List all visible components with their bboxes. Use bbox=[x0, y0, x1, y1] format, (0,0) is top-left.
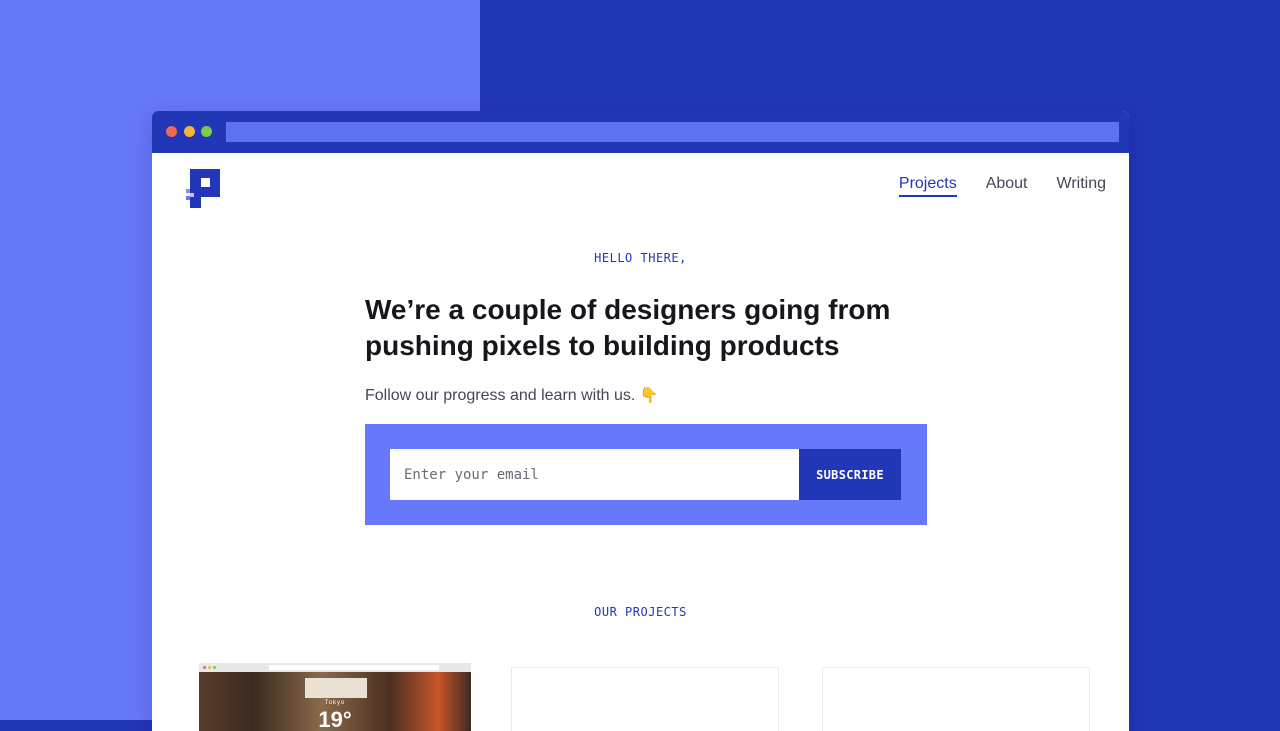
project-card-1-sign bbox=[305, 678, 367, 698]
hero-eyebrow: HELLO THERE, bbox=[594, 251, 687, 265]
subscribe-button[interactable]: SUBSCRIBE bbox=[799, 449, 901, 500]
hero-lead: Follow our progress and learn with us. 👇 bbox=[365, 386, 659, 405]
browser-window: Projects About Writing HELLO THERE, We’r… bbox=[152, 111, 1129, 731]
project-card-2[interactable] bbox=[511, 667, 779, 731]
nav-writing[interactable]: Writing bbox=[1057, 175, 1107, 197]
window-close-dot[interactable] bbox=[166, 126, 177, 137]
project-card-1-browser-bar bbox=[199, 663, 471, 672]
project-card-1[interactable]: Tokyo 19° bbox=[199, 663, 471, 731]
logo-icon[interactable] bbox=[186, 169, 220, 209]
nav-projects[interactable]: Projects bbox=[898, 175, 957, 197]
project-card-3[interactable] bbox=[822, 667, 1090, 731]
mini-address-bar bbox=[269, 665, 439, 670]
hero-headline: We’re a couple of designers going from p… bbox=[365, 294, 891, 361]
projects-eyebrow: OUR PROJECTS bbox=[594, 605, 687, 619]
window-minimize-dot[interactable] bbox=[184, 126, 195, 137]
mini-close-dot bbox=[203, 666, 206, 669]
mini-minimize-dot bbox=[208, 666, 211, 669]
project-card-1-caption: Tokyo bbox=[324, 700, 346, 706]
browser-toolbar bbox=[152, 111, 1129, 153]
hero-lead-text: Follow our progress and learn with us. bbox=[365, 387, 636, 404]
project-card-1-temp: 19° bbox=[318, 707, 352, 731]
pointing-down-emoji: 👇 bbox=[639, 387, 659, 404]
nav-about[interactable]: About bbox=[986, 175, 1028, 197]
mini-maximize-dot bbox=[213, 666, 216, 669]
window-maximize-dot[interactable] bbox=[201, 126, 212, 137]
subscribe-form: SUBSCRIBE bbox=[365, 424, 927, 525]
main-nav: Projects About Writing bbox=[898, 175, 1107, 197]
email-input[interactable] bbox=[390, 449, 799, 500]
address-bar[interactable] bbox=[226, 122, 1119, 142]
